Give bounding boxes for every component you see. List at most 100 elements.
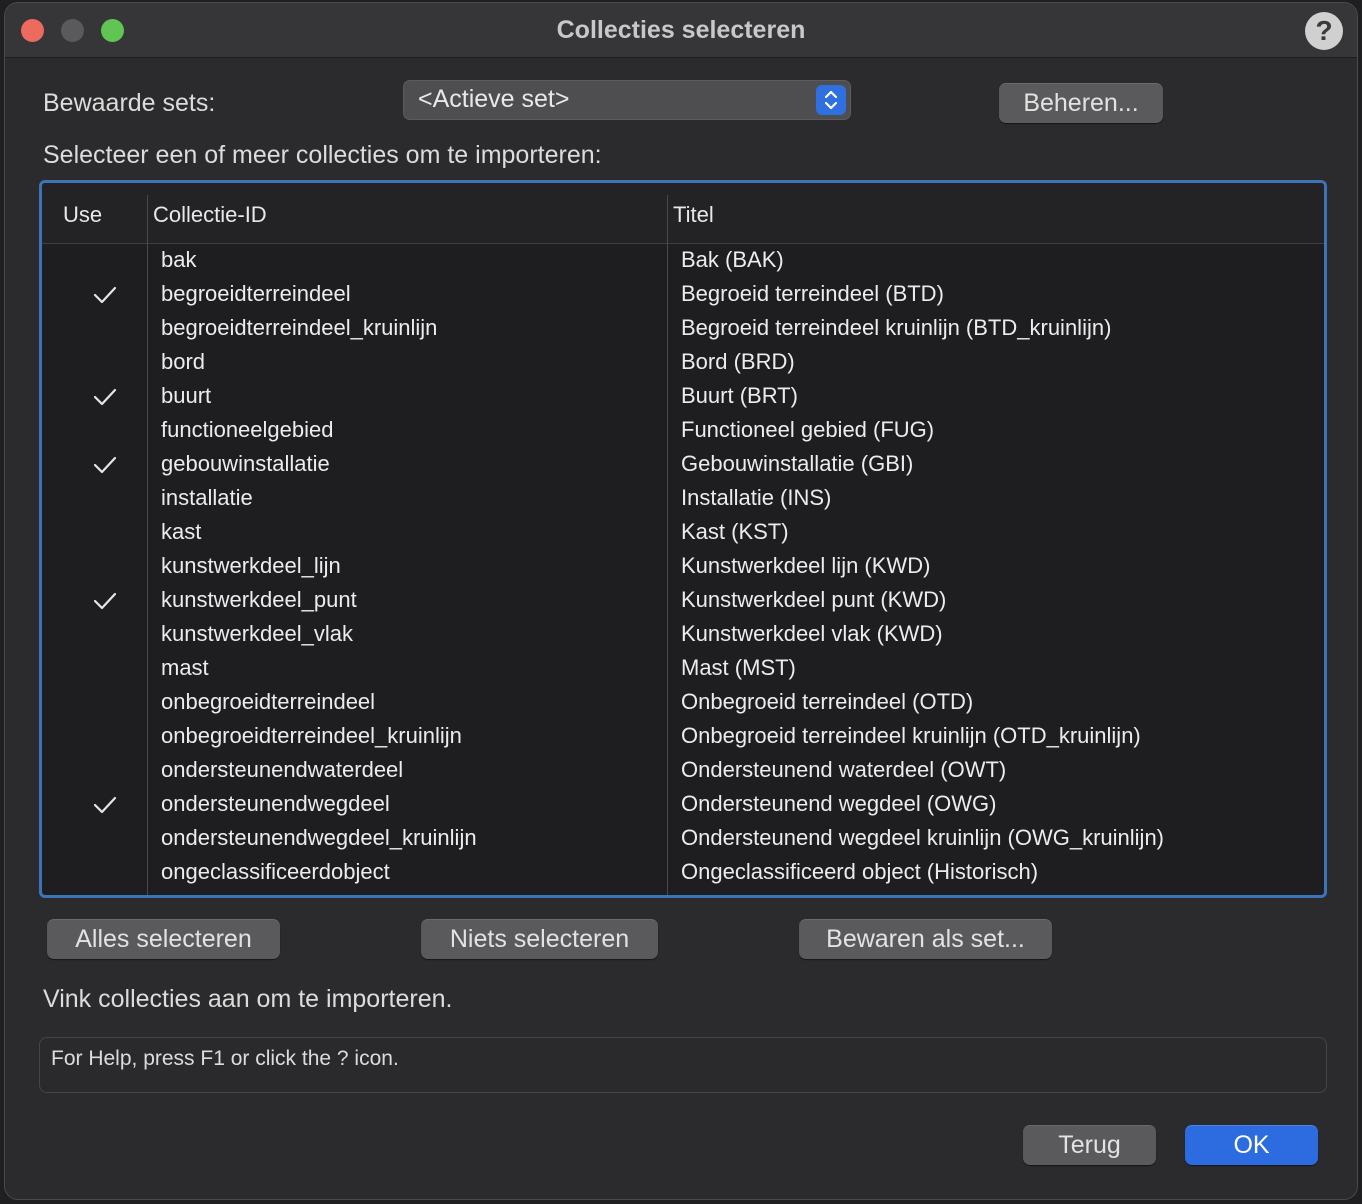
collection-title-cell: Kast (KST) (681, 519, 789, 544)
use-checkbox[interactable] (92, 454, 118, 481)
checkmark-icon (93, 592, 117, 610)
table-row[interactable]: bord Bord (BRD) (42, 346, 1324, 380)
table-row[interactable]: ondersteunendwaterdeel Ondersteunend wate… (42, 754, 1324, 788)
column-header-use[interactable]: Use (63, 202, 102, 228)
collection-title-cell: Buurt (BRT) (681, 383, 798, 408)
collection-id-cell: onbegroeidterreindeel (161, 689, 376, 714)
collection-id-cell: kast (161, 519, 202, 544)
collection-id-cell: kunstwerkdeel_punt (161, 587, 357, 612)
instruction-text: Selecteer een of meer collecties om te i… (43, 141, 602, 169)
use-checkbox[interactable] (92, 590, 118, 617)
help-status-text: For Help, press F1 or click the ? icon. (51, 1047, 399, 1070)
collection-title-cell: Gebouwinstallatie (GBI) (681, 451, 914, 476)
saved-sets-selected-value: <Actieve set> (418, 85, 570, 113)
collection-title-cell: Begroeid terreindeel kruinlijn (BTD_krui… (681, 315, 1112, 340)
collection-title-cell: Bord (BRD) (681, 349, 795, 374)
collection-id-cell: begroeidterreindeel_kruinlijn (161, 315, 438, 340)
window-title: Collecties selecteren (556, 16, 806, 44)
help-status-box: For Help, press F1 or click the ? icon. (39, 1037, 1327, 1093)
collection-id-cell: ongeclassificeerdobject (161, 859, 390, 884)
checkmark-icon (93, 796, 117, 814)
use-checkbox[interactable] (92, 862, 118, 884)
table-row[interactable]: bak Bak (BAK) (42, 244, 1324, 278)
use-checkbox[interactable] (92, 522, 118, 544)
table-row[interactable]: buurt Buurt (BRT) (42, 380, 1324, 414)
collection-title-cell: Onbegroeid terreindeel kruinlijn (OTD_kr… (681, 723, 1141, 748)
manage-sets-button[interactable]: Beheren... (999, 83, 1163, 123)
table-row[interactable]: onbegroeidterreindeel_kruinlijn Onbegroei… (42, 720, 1324, 754)
table-row[interactable]: ondersteunendwegdeel Ondersteunend wegdee… (42, 788, 1324, 822)
table-row[interactable]: mast Mast (MST) (42, 652, 1324, 686)
use-checkbox[interactable] (92, 658, 118, 680)
use-checkbox[interactable] (92, 284, 118, 311)
table-row[interactable]: kunstwerkdeel_punt Kunstwerkdeel punt (KW… (42, 584, 1324, 618)
table-row[interactable]: functioneelgebied Functioneel gebied (FUG… (42, 414, 1324, 448)
collection-title-cell: Ongeclassificeerd object (Historisch) (681, 859, 1039, 884)
select-none-button[interactable]: Niets selecteren (421, 919, 658, 959)
checkmark-icon (93, 456, 117, 474)
collection-id-cell: kunstwerkdeel_vlak (161, 621, 353, 646)
collection-id-cell: ondersteunendwaterdeel (161, 757, 404, 782)
collection-title-cell: Bak (BAK) (681, 247, 784, 272)
table-row[interactable]: kunstwerkdeel_vlak Kunstwerkdeel vlak (KW… (42, 618, 1324, 652)
use-checkbox[interactable] (92, 794, 118, 821)
collection-id-cell: mast (161, 655, 209, 680)
use-checkbox[interactable] (92, 386, 118, 413)
saved-sets-dropdown[interactable]: <Actieve set> (403, 80, 851, 120)
collection-title-cell: Ondersteunend wegdeel kruinlijn (OWG_kru… (681, 825, 1165, 850)
back-button[interactable]: Terug (1023, 1125, 1156, 1165)
use-checkbox[interactable] (92, 726, 118, 748)
use-checkbox[interactable] (92, 692, 118, 714)
collection-id-cell: gebouwinstallatie (161, 451, 330, 476)
collection-id-cell: functioneelgebied (161, 417, 334, 442)
table-row[interactable]: ondersteunendwegdeel_kruinlijn Ondersteun… (42, 822, 1324, 856)
use-checkbox[interactable] (92, 420, 118, 442)
use-checkbox[interactable] (92, 250, 118, 272)
saved-sets-label: Bewaarde sets: (43, 89, 216, 117)
collection-id-cell: installatie (161, 485, 253, 510)
checkmark-icon (93, 286, 117, 304)
collection-title-cell: Kunstwerkdeel lijn (KWD) (681, 553, 931, 578)
use-checkbox[interactable] (92, 318, 118, 340)
help-icon[interactable]: ? (1305, 12, 1343, 50)
table-row[interactable]: gebouwinstallatie Gebouwinstallatie (GBI) (42, 448, 1324, 482)
table-header: Use Collectie-ID Titel (42, 183, 1324, 244)
use-checkbox[interactable] (92, 760, 118, 782)
table-row[interactable]: ongeclassificeerdobject Ongeclassificeerd… (42, 856, 1324, 890)
hint-text: Vink collecties aan om te importeren. (43, 985, 453, 1013)
column-header-collection-id[interactable]: Collectie-ID (153, 202, 267, 228)
collections-table: Use Collectie-ID Titel bak Bak (BAK) begro… (39, 180, 1327, 898)
collection-title-cell: Begroeid terreindeel (BTD) (681, 281, 944, 306)
collection-id-cell: ondersteunendwegdeel (161, 791, 390, 816)
table-row[interactable]: kunstwerkdeel_lijn Kunstwerkdeel lijn (KW… (42, 550, 1324, 584)
title-bar: Collecties selecteren ? (5, 3, 1357, 58)
select-all-button[interactable]: Alles selecteren (47, 919, 280, 959)
table-row[interactable]: kast Kast (KST) (42, 516, 1324, 550)
collection-title-cell: Onbegroeid terreindeel (OTD) (681, 689, 974, 714)
table-row[interactable]: begroeidterreindeel_kruinlijn Begroeid te… (42, 312, 1324, 346)
updown-chevron-icon (816, 85, 846, 115)
collection-id-cell: begroeidterreindeel (161, 281, 351, 306)
save-as-set-button[interactable]: Bewaren als set... (799, 919, 1052, 959)
collection-title-cell: Kunstwerkdeel punt (KWD) (681, 587, 947, 612)
collection-title-cell: Mast (MST) (681, 655, 796, 680)
collection-id-cell: bord (161, 349, 206, 374)
use-checkbox[interactable] (92, 352, 118, 374)
collection-title-cell: Ondersteunend wegdeel (OWG) (681, 791, 997, 816)
collection-title-cell: Ondersteunend waterdeel (OWT) (681, 757, 1007, 782)
collection-id-cell: buurt (161, 383, 212, 408)
ok-button[interactable]: OK (1185, 1125, 1318, 1165)
dialog-window: Collecties selecteren ? Bewaarde sets: <… (4, 2, 1358, 1200)
use-checkbox[interactable] (92, 624, 118, 646)
use-checkbox[interactable] (92, 488, 118, 510)
collection-id-cell: ondersteunendwegdeel_kruinlijn (161, 825, 477, 850)
column-header-title[interactable]: Titel (673, 202, 714, 228)
table-row[interactable]: begroeidterreindeel Begroeid terreindeel … (42, 278, 1324, 312)
use-checkbox[interactable] (92, 556, 118, 578)
use-checkbox[interactable] (92, 828, 118, 850)
collection-title-cell: Kunstwerkdeel vlak (KWD) (681, 621, 943, 646)
table-row[interactable]: installatie Installatie (INS) (42, 482, 1324, 516)
collection-id-cell: bak (161, 247, 197, 272)
table-row[interactable]: onbegroeidterreindeel Onbegroeid terreind… (42, 686, 1324, 720)
collection-id-cell: kunstwerkdeel_lijn (161, 553, 341, 578)
